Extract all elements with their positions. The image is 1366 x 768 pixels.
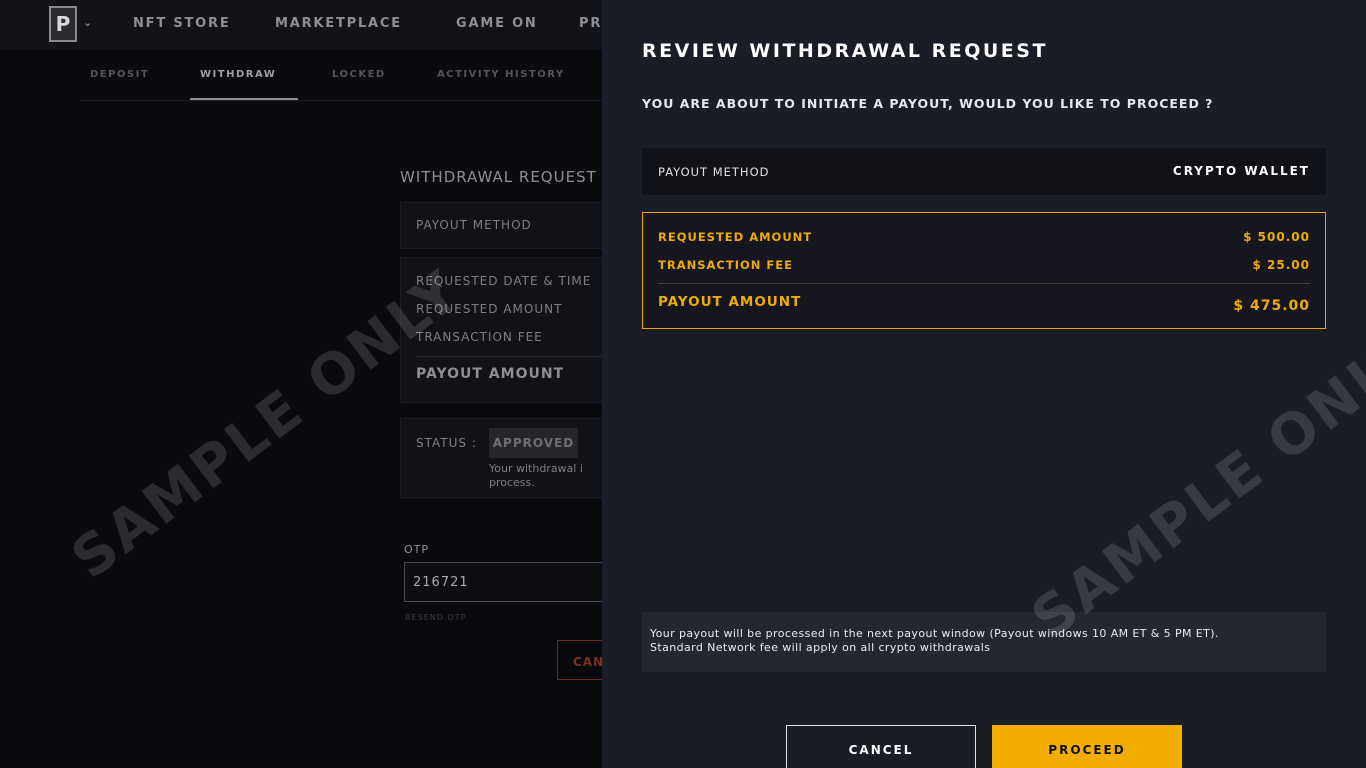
payout-method-label: PAYOUT METHOD [658,165,770,179]
withdrawal-request-title: WITHDRAWAL REQUEST [400,168,597,186]
divider [658,283,1310,284]
chevron-down-icon[interactable]: ⌄ [83,16,92,29]
wallet-subtabs: DEPOSIT WITHDRAW LOCKED ACTIVITY HISTORY [80,52,602,101]
requested-amount-label: REQUESTED AMOUNT [658,230,813,244]
logo-letter: P [55,12,71,36]
notice-line: Standard Network fee will apply on all c… [650,641,991,654]
notice-line: Your payout will be processed in the nex… [650,627,1219,640]
app-root: P ⌄ NFT STORE MARKETPLACE GAME ON PR DEP… [0,0,1366,768]
status-note-line: process. [489,476,535,489]
payout-amount-value: $ 475.00 [1233,298,1310,314]
nav-game-on[interactable]: GAME ON [456,16,538,31]
requested-date-label: REQUESTED DATE & TIME [416,274,592,288]
active-tab-indicator [190,98,298,100]
transaction-fee-value: $ 25.00 [1252,258,1310,272]
tab-withdraw[interactable]: WITHDRAW [200,69,276,80]
requested-amount-value: $ 500.00 [1243,230,1310,244]
otp-input[interactable] [404,562,614,602]
tab-activity-history[interactable]: ACTIVITY HISTORY [437,69,565,80]
status-note-line: Your withdrawal i [489,462,583,475]
review-withdrawal-modal: REVIEW WITHDRAWAL REQUEST YOU ARE ABOUT … [602,0,1366,768]
status-label: STATUS : [416,436,477,450]
nav-truncated-item[interactable]: PR [579,16,602,31]
payout-method-row: PAYOUT METHOD CRYPTO WALLET [642,148,1326,195]
modal-subtitle: YOU ARE ABOUT TO INITIATE A PAYOUT, WOUL… [642,96,1214,111]
transaction-fee-label: TRANSACTION FEE [658,258,793,272]
payout-method-label: PAYOUT METHOD [416,218,532,232]
amount-summary-box: REQUESTED AMOUNT $ 500.00 TRANSACTION FE… [642,212,1326,329]
requested-amount-label: REQUESTED AMOUNT [416,302,563,316]
resend-otp-link[interactable]: RESEND OTP [405,613,466,622]
otp-label: OTP [404,543,430,556]
tab-deposit[interactable]: DEPOSIT [90,69,149,80]
payout-notice: Your payout will be processed in the nex… [642,612,1326,672]
status-note: Your withdrawal i process. [489,462,602,490]
payout-amount-label: PAYOUT AMOUNT [658,294,802,310]
brand-logo[interactable]: P [49,6,77,42]
cancel-button[interactable]: CANCEL [786,725,976,768]
payout-method-value: CRYPTO WALLET [1172,164,1310,178]
modal-title: REVIEW WITHDRAWAL REQUEST [642,40,1048,62]
status-badge: APPROVED [489,428,578,458]
tab-locked[interactable]: LOCKED [332,69,386,80]
proceed-button[interactable]: PROCEED [992,725,1182,768]
sample-watermark: SAMPLE ONLY [1020,317,1366,652]
divider [416,356,602,357]
transaction-fee-label: TRANSACTION FEE [416,330,543,344]
payout-amount-label: PAYOUT AMOUNT [416,366,565,382]
nav-nft-store[interactable]: NFT STORE [133,16,231,31]
nav-marketplace[interactable]: MARKETPLACE [275,16,402,31]
